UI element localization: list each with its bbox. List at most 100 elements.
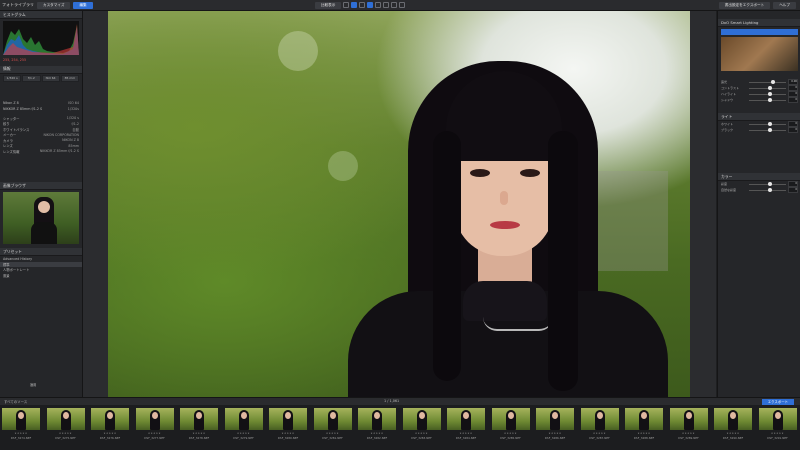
picker-icon[interactable] bbox=[367, 2, 374, 8]
slider-knob[interactable] bbox=[767, 98, 772, 102]
filmstrip-thumbnail[interactable]: ★★★★★ DSF_3276.NEF bbox=[91, 408, 129, 446]
main-photo[interactable] bbox=[108, 11, 690, 397]
image-count: 1 / 1,061 bbox=[384, 399, 400, 403]
thumbnail-image[interactable] bbox=[358, 408, 396, 430]
tab-edit[interactable]: 編集 bbox=[73, 1, 93, 9]
left-panel: ヒストグラム 255, 254, 255 情報 1/320 s f/1.2 IS… bbox=[0, 11, 83, 397]
zoom-icon[interactable] bbox=[359, 2, 366, 8]
slider-knob[interactable] bbox=[767, 122, 772, 126]
histogram-header[interactable]: ヒストグラム bbox=[0, 11, 82, 19]
filmstrip-thumbnail[interactable]: ★★★★★ DSF_3282.NEF bbox=[358, 408, 396, 446]
histogram bbox=[3, 21, 79, 55]
thumbnail-image[interactable] bbox=[2, 408, 40, 430]
slider-knob[interactable] bbox=[767, 128, 772, 132]
rating-stars[interactable]: ★★★★★ bbox=[91, 432, 129, 435]
info-header[interactable]: 情報 bbox=[0, 65, 82, 74]
image-viewer[interactable] bbox=[83, 11, 716, 397]
rating-stars[interactable]: ★★★★★ bbox=[180, 432, 218, 435]
thumbnail-image[interactable] bbox=[135, 408, 174, 430]
thumbnail-image[interactable] bbox=[669, 408, 708, 430]
rating-stars[interactable]: ★★★★★ bbox=[447, 432, 485, 435]
rotate-icon[interactable] bbox=[399, 2, 406, 8]
thumbnail-image[interactable] bbox=[313, 408, 352, 430]
thumbnail-image[interactable] bbox=[46, 408, 85, 430]
thumbnail-image[interactable] bbox=[491, 408, 530, 430]
thumbnail-image[interactable] bbox=[536, 408, 574, 430]
mode-toggle[interactable] bbox=[721, 29, 798, 35]
filmstrip-thumbnail[interactable]: ★★★★★ DSF_3275.NEF bbox=[46, 408, 85, 446]
shutter-button[interactable]: 1/320 s bbox=[3, 74, 22, 82]
filmstrip-thumbnail[interactable]: ★★★★★ DSF_3280.NEF bbox=[269, 408, 307, 446]
apply-preset-button[interactable]: 適用 bbox=[30, 382, 36, 387]
slider-knob[interactable] bbox=[767, 92, 772, 96]
compare-button[interactable]: 比較表示 bbox=[315, 1, 342, 9]
slider-knob[interactable] bbox=[771, 80, 776, 84]
slider-knob[interactable] bbox=[767, 86, 772, 90]
thumbnail-image[interactable] bbox=[224, 408, 263, 430]
filmstrip-thumbnail[interactable]: ★★★★★ DSF_3289.NEF bbox=[669, 408, 708, 446]
thumbnail-image[interactable] bbox=[714, 408, 752, 430]
light-header[interactable]: ライト bbox=[718, 113, 800, 121]
rating-stars[interactable]: ★★★★★ bbox=[625, 432, 663, 435]
hand-icon[interactable] bbox=[351, 2, 358, 8]
thumbnail-image[interactable] bbox=[402, 408, 441, 430]
rating-stars[interactable]: ★★★★★ bbox=[670, 432, 708, 435]
thumbnail-image[interactable] bbox=[580, 408, 619, 430]
source-label[interactable]: すべてのソース bbox=[4, 399, 27, 404]
filmstrip-thumbnail[interactable]: ★★★★★ DSF_3287.NEF bbox=[580, 408, 619, 446]
thumbnail-image[interactable] bbox=[269, 408, 307, 430]
tab-customize[interactable]: カスタマイズ bbox=[37, 1, 71, 9]
filmstrip-thumbnail[interactable]: ★★★★★ DSF_3283.NEF bbox=[402, 408, 441, 446]
rating-stars[interactable]: ★★★★★ bbox=[225, 432, 263, 435]
lens-header[interactable]: DxO Smart Lighting bbox=[718, 19, 800, 27]
filmstrip-thumbnail[interactable]: ★★★★★ DSF_3284.NEF bbox=[447, 408, 485, 446]
rating-stars[interactable]: ★★★★★ bbox=[358, 432, 396, 435]
filmstrip: ★★★★★ DSF_3274.NEF ★★★★★ DSF_3275.NEF ★★★★★ D… bbox=[0, 405, 800, 450]
rating-stars[interactable]: ★★★★★ bbox=[47, 432, 85, 435]
filmstrip-thumbnail[interactable]: ★★★★★ DSF_3291.NEF bbox=[758, 408, 797, 446]
filmstrip-thumbnail[interactable]: ★★★★★ DSF_3290.NEF bbox=[714, 408, 752, 446]
thumbnail-image[interactable] bbox=[447, 408, 485, 430]
filmstrip-thumbnail[interactable]: ★★★★★ DSF_3274.NEF bbox=[2, 408, 40, 446]
focal-button[interactable]: 85 mm bbox=[60, 74, 79, 82]
thumbnail-image[interactable] bbox=[91, 408, 129, 430]
crop-icon[interactable] bbox=[343, 2, 350, 8]
help-button[interactable]: ヘルプ bbox=[773, 1, 796, 9]
rating-stars[interactable]: ★★★★★ bbox=[136, 432, 174, 435]
thumbnail-image[interactable] bbox=[625, 408, 663, 430]
slider-row[interactable]: 自然な彩度 0 bbox=[718, 187, 800, 193]
filmstrip-thumbnail[interactable]: ★★★★★ DSF_3286.NEF bbox=[536, 408, 574, 446]
navigator-header[interactable]: 画像ブラウザ bbox=[0, 182, 82, 190]
brush-icon[interactable] bbox=[375, 2, 382, 8]
thumbnail-image[interactable] bbox=[758, 408, 797, 430]
export-settings-button[interactable]: 書出設定をエクスポート bbox=[718, 1, 771, 9]
preset-item[interactable]: 風景 bbox=[0, 273, 82, 279]
rating-stars[interactable]: ★★★★★ bbox=[269, 432, 307, 435]
rating-stars[interactable]: ★★★★★ bbox=[581, 432, 619, 435]
filmstrip-thumbnail[interactable]: ★★★★★ DSF_3288.NEF bbox=[625, 408, 663, 446]
iso-button[interactable]: ISO 64 bbox=[41, 74, 60, 82]
color-header[interactable]: カラー bbox=[718, 173, 800, 181]
rating-stars[interactable]: ★★★★★ bbox=[403, 432, 441, 435]
filmstrip-thumbnail[interactable]: ★★★★★ DSF_3285.NEF bbox=[491, 408, 530, 446]
rating-stars[interactable]: ★★★★★ bbox=[536, 432, 574, 435]
slider-knob[interactable] bbox=[767, 182, 772, 186]
rating-stars[interactable]: ★★★★★ bbox=[2, 432, 40, 435]
slider-row[interactable]: シャドウ 0 bbox=[718, 97, 800, 103]
export-button[interactable]: エクスポート bbox=[761, 398, 794, 405]
aperture-button[interactable]: f/1.2 bbox=[22, 74, 41, 82]
rating-stars[interactable]: ★★★★★ bbox=[314, 432, 352, 435]
mask-icon[interactable] bbox=[383, 2, 390, 8]
slider-knob[interactable] bbox=[767, 188, 772, 192]
rating-stars[interactable]: ★★★★★ bbox=[714, 432, 752, 435]
filmstrip-thumbnail[interactable]: ★★★★★ DSF_3281.NEF bbox=[313, 408, 352, 446]
rating-stars[interactable]: ★★★★★ bbox=[492, 432, 530, 435]
navigator-thumbnail[interactable] bbox=[3, 192, 79, 244]
repair-icon[interactable] bbox=[391, 2, 398, 8]
rating-stars[interactable]: ★★★★★ bbox=[759, 432, 797, 435]
filmstrip-thumbnail[interactable]: ★★★★★ DSF_3279.NEF bbox=[224, 408, 263, 446]
filmstrip-thumbnail[interactable]: ★★★★★ DSF_3278.NEF bbox=[180, 408, 218, 446]
filmstrip-thumbnail[interactable]: ★★★★★ DSF_3277.NEF bbox=[135, 408, 174, 446]
thumbnail-image[interactable] bbox=[180, 408, 218, 430]
presets-header[interactable]: プリセット bbox=[0, 248, 82, 256]
